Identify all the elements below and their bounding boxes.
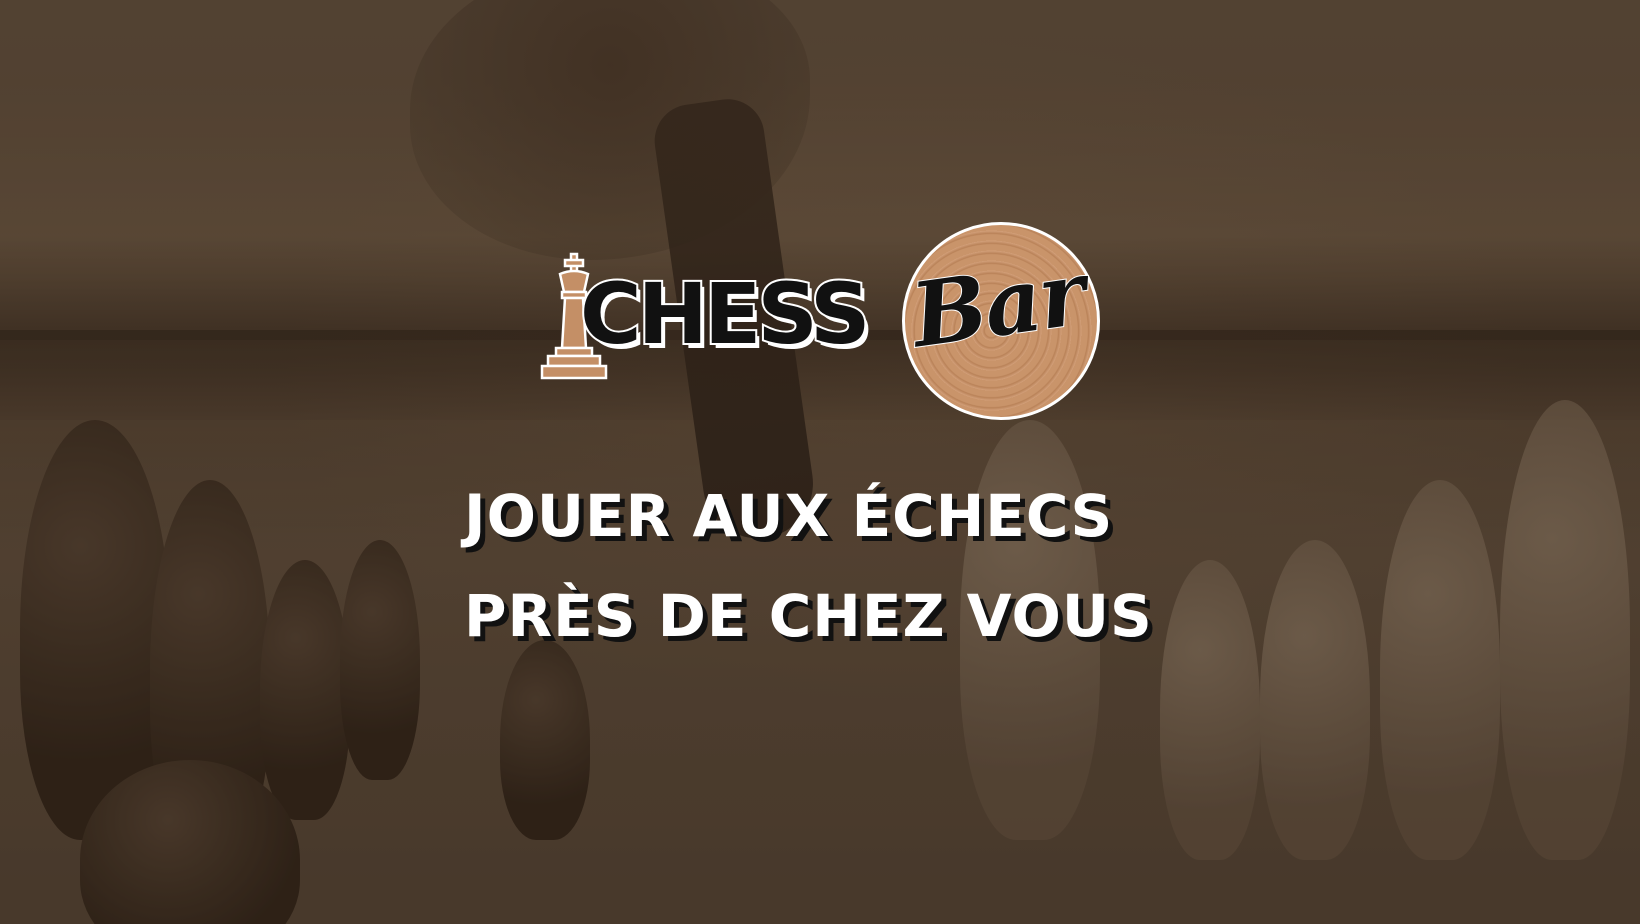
headline: JOUER AUX ÉCHECS PRÈS DE CHEZ VOUS [464, 466, 1224, 666]
logo-word-bar: Bar [905, 240, 1092, 369]
background-overlay [0, 0, 1640, 924]
chessbar-logo[interactable]: CHESS Bar [540, 222, 1100, 428]
hero-banner: CHESS Bar JOUER AUX ÉCHECS PRÈS DE CHEZ … [0, 0, 1640, 924]
headline-line-2: PRÈS DE CHEZ VOUS [464, 582, 1153, 650]
logo-word-chess: CHESS [578, 265, 873, 363]
headline-line-1: JOUER AUX ÉCHECS [464, 482, 1114, 550]
